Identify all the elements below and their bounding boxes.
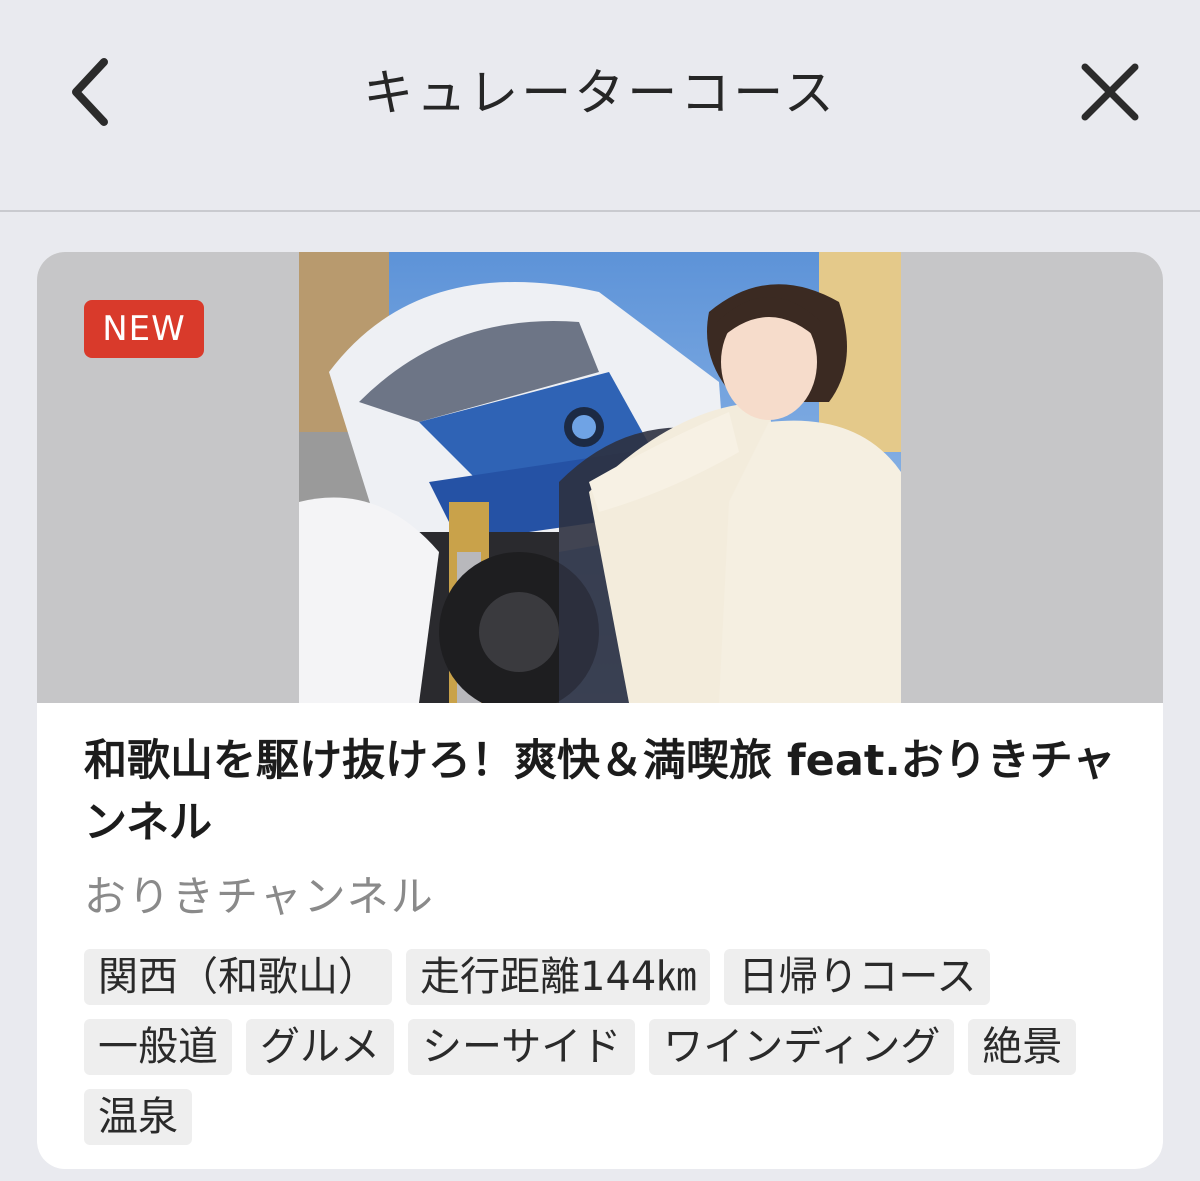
course-hero: NEW <box>37 252 1163 703</box>
course-author[interactable]: おりきチャンネル <box>84 867 784 927</box>
tag-day-trip: 日帰りコース <box>724 949 991 1005</box>
tag-distance: 走行距離144㎞ <box>406 949 711 1005</box>
tag-list: 関西（和歌山） 走行距離144㎞ 日帰りコース 一般道 グルメ シーサイド ワイ… <box>84 949 1124 1145</box>
tag-winding: ワインディング <box>649 1019 955 1075</box>
tag-seaside: シーサイド <box>408 1019 636 1075</box>
tag-general-road: 一般道 <box>84 1019 232 1075</box>
tag-hot-spring: 温泉 <box>84 1089 192 1145</box>
page-title: キュレーターコース <box>363 64 837 122</box>
tag-region: 関西（和歌山） <box>84 949 392 1005</box>
course-photo <box>299 252 901 703</box>
close-icon <box>1081 63 1139 121</box>
navigation-bar: キュレーターコース <box>0 0 1200 212</box>
tag-scenic-view: 絶景 <box>968 1019 1077 1075</box>
course-card[interactable]: NEW 和歌山を駆け抜けろ！爽快＆満喫旅 feat.おりきチャンネル おりきチャ… <box>37 252 1163 1169</box>
new-badge: NEW <box>84 300 204 358</box>
course-title[interactable]: 和歌山を駆け抜けろ！爽快＆満喫旅 feat.おりきチャンネル <box>84 730 1124 854</box>
motorcycle-rider-photo <box>299 252 901 703</box>
chevron-left-icon <box>72 58 108 126</box>
close-button[interactable] <box>1070 52 1150 132</box>
back-button[interactable] <box>50 52 130 132</box>
tag-gourmet: グルメ <box>246 1019 394 1075</box>
